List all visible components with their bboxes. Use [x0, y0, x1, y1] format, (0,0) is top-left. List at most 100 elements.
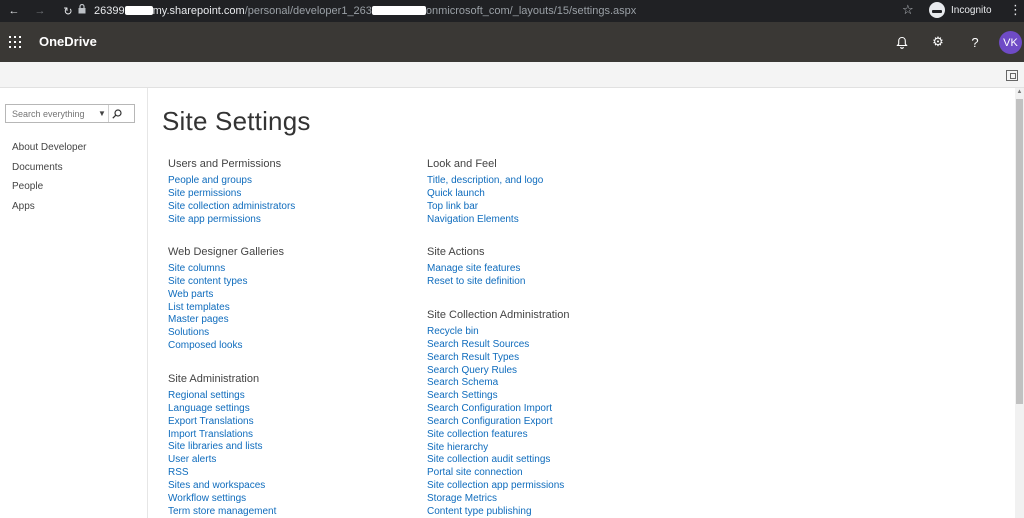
link-list-templates[interactable]: List templates: [168, 302, 230, 313]
link-web-parts[interactable]: Web parts: [168, 289, 213, 300]
ribbon-strip: [0, 62, 1024, 88]
scroll-up-arrow-icon[interactable]: ▲: [1016, 88, 1023, 97]
section-site-actions: Site Actions Manage site features Reset …: [427, 246, 525, 287]
redaction-mark: [124, 6, 153, 15]
address-bar[interactable]: 26399 my.sharepoint.com /personal/develo…: [78, 1, 921, 20]
settings-gear-icon[interactable]: ⚙: [928, 32, 948, 52]
scrollbar-thumb[interactable]: [1016, 99, 1023, 404]
link-master-pages[interactable]: Master pages: [168, 314, 229, 325]
link-solutions[interactable]: Solutions: [168, 327, 209, 338]
link-site-permissions[interactable]: Site permissions: [168, 188, 241, 199]
link-search-schema[interactable]: Search Schema: [427, 377, 498, 388]
main-content: Site Settings Users and Permissions Peop…: [149, 88, 1015, 518]
link-site-collection-features[interactable]: Site collection features: [427, 429, 528, 440]
browser-toolbar: ← → ↻ 26399 my.sharepoint.com /personal/…: [0, 0, 1024, 22]
link-top-link-bar[interactable]: Top link bar: [427, 201, 478, 212]
url-path-end: onmicrosoft_com/_layouts/15/settings.asp…: [425, 4, 637, 17]
nav-item-people[interactable]: People: [12, 180, 87, 200]
link-search-result-types[interactable]: Search Result Types: [427, 352, 519, 363]
section-title: Site Actions: [427, 246, 485, 258]
link-export-translations[interactable]: Export Translations: [168, 416, 254, 427]
search-box: ▼: [5, 104, 135, 123]
link-portal-site-connection[interactable]: Portal site connection: [427, 467, 523, 478]
link-workflow-settings[interactable]: Workflow settings: [168, 493, 246, 504]
app-name[interactable]: OneDrive: [39, 34, 97, 49]
link-manage-site-features[interactable]: Manage site features: [427, 263, 520, 274]
section-links: Regional settings Language settings Expo…: [168, 388, 276, 517]
left-navigation: ▼ About Developer Documents People Apps: [0, 88, 148, 518]
link-search-query-rules[interactable]: Search Query Rules: [427, 365, 517, 376]
url-path-start: /personal/developer1_263: [244, 4, 372, 17]
link-people-and-groups[interactable]: People and groups: [168, 175, 252, 186]
link-quick-launch[interactable]: Quick launch: [427, 188, 485, 199]
section-title: Web Designer Galleries: [168, 246, 284, 258]
section-links: Title, description, and logo Quick launc…: [427, 173, 543, 225]
incognito-indicator[interactable]: Incognito: [929, 2, 992, 18]
incognito-label: Incognito: [951, 4, 992, 16]
search-scope-dropdown[interactable]: ▼: [96, 109, 108, 118]
link-import-translations[interactable]: Import Translations: [168, 429, 253, 440]
redaction-mark: [371, 6, 426, 15]
bookmark-star-icon[interactable]: ☆: [902, 2, 914, 18]
link-search-result-sources[interactable]: Search Result Sources: [427, 339, 529, 350]
browser-menu-icon[interactable]: ⋮: [1009, 2, 1022, 18]
section-links: People and groups Site permissions Site …: [168, 173, 295, 225]
link-site-app-permissions[interactable]: Site app permissions: [168, 214, 261, 225]
section-links: Recycle bin Search Result Sources Search…: [427, 324, 569, 517]
link-search-configuration-export[interactable]: Search Configuration Export: [427, 416, 553, 427]
section-web-designer-galleries: Web Designer Galleries Site columns Site…: [168, 246, 284, 351]
link-storage-metrics[interactable]: Storage Metrics: [427, 493, 497, 504]
url-host-start: 26399: [94, 4, 125, 17]
section-title: Look and Feel: [427, 158, 497, 170]
section-title: Users and Permissions: [168, 158, 282, 170]
app-launcher-icon[interactable]: [9, 36, 21, 48]
section-look-and-feel: Look and Feel Title, description, and lo…: [427, 158, 543, 225]
vertical-scrollbar[interactable]: ▲: [1015, 88, 1024, 518]
link-term-store-management[interactable]: Term store management: [168, 506, 276, 517]
link-site-collection-app-permissions[interactable]: Site collection app permissions: [427, 480, 564, 491]
link-site-collection-administrators[interactable]: Site collection administrators: [168, 201, 295, 212]
link-content-type-publishing[interactable]: Content type publishing: [427, 506, 532, 517]
lock-icon: [78, 3, 86, 17]
search-input[interactable]: [6, 105, 96, 122]
link-recycle-bin[interactable]: Recycle bin: [427, 326, 479, 337]
avatar[interactable]: VK: [999, 31, 1022, 54]
section-title: Site Collection Administration: [427, 309, 570, 321]
notifications-bell-icon[interactable]: [892, 32, 912, 52]
search-icon[interactable]: [108, 105, 124, 122]
section-links: Site columns Site content types Web part…: [168, 261, 284, 351]
link-site-hierarchy[interactable]: Site hierarchy: [427, 442, 488, 453]
forward-button[interactable]: →: [30, 0, 50, 22]
nav-item-apps[interactable]: Apps: [12, 200, 87, 220]
page-title: Site Settings: [162, 106, 311, 136]
link-navigation-elements[interactable]: Navigation Elements: [427, 214, 519, 225]
page-root: ← → ↻ 26399 my.sharepoint.com /personal/…: [0, 0, 1024, 518]
help-icon[interactable]: ?: [965, 32, 985, 52]
link-regional-settings[interactable]: Regional settings: [168, 390, 245, 401]
link-site-libraries-and-lists[interactable]: Site libraries and lists: [168, 441, 262, 452]
link-site-collection-audit-settings[interactable]: Site collection audit settings: [427, 454, 550, 465]
suite-bar: OneDrive ⚙ ? VK: [0, 22, 1024, 62]
link-site-content-types[interactable]: Site content types: [168, 276, 248, 287]
nav-item-documents[interactable]: Documents: [12, 161, 87, 181]
link-reset-to-site-definition[interactable]: Reset to site definition: [427, 276, 525, 287]
link-search-settings[interactable]: Search Settings: [427, 390, 498, 401]
link-user-alerts[interactable]: User alerts: [168, 454, 216, 465]
incognito-icon: [929, 2, 945, 18]
link-search-configuration-import[interactable]: Search Configuration Import: [427, 403, 552, 414]
section-site-administration: Site Administration Regional settings La…: [168, 373, 276, 517]
focus-mode-icon[interactable]: [1006, 70, 1018, 81]
nav-item-about-developer[interactable]: About Developer: [12, 141, 87, 161]
reload-button[interactable]: ↻: [58, 0, 78, 22]
link-composed-looks[interactable]: Composed looks: [168, 340, 242, 351]
link-rss[interactable]: RSS: [168, 467, 189, 478]
url-host-end: my.sharepoint.com: [152, 4, 245, 17]
section-site-collection-administration: Site Collection Administration Recycle b…: [427, 309, 569, 517]
section-links: Manage site features Reset to site defin…: [427, 261, 525, 287]
link-title-description-and-logo[interactable]: Title, description, and logo: [427, 175, 543, 186]
section-title: Site Administration: [168, 373, 260, 385]
link-site-columns[interactable]: Site columns: [168, 263, 225, 274]
link-sites-and-workspaces[interactable]: Sites and workspaces: [168, 480, 265, 491]
link-language-settings[interactable]: Language settings: [168, 403, 250, 414]
back-button[interactable]: ←: [4, 0, 24, 22]
